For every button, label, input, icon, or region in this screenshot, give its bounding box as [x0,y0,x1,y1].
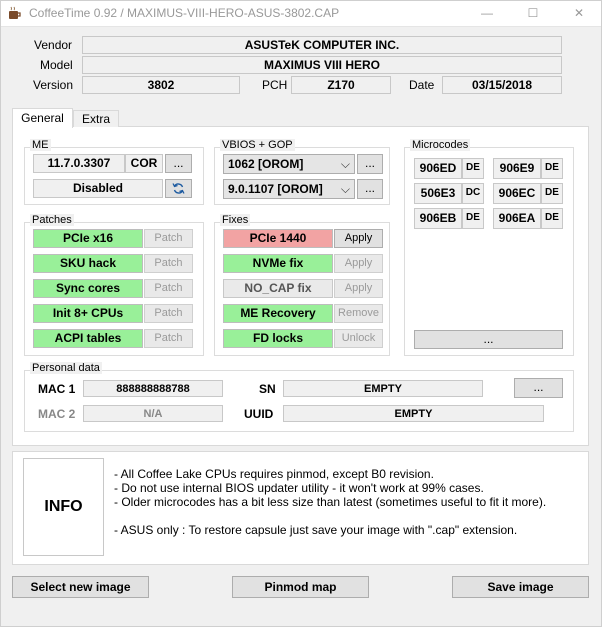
model-label: Model [40,58,73,72]
me-type-field: COR [125,154,163,173]
patch-acpi-tables-button[interactable]: Patch [144,329,193,348]
microcode-tag: DE [462,158,484,179]
me-status-field: Disabled [33,179,163,198]
patch-pcie-x16-status: PCIe x16 [33,229,143,248]
microcode-tag: DC [462,183,484,204]
patch-acpi-tables-status: ACPI tables [33,329,143,348]
microcode-code: 906EA [493,208,541,229]
patch-sync-cores-button[interactable]: Patch [144,279,193,298]
app-coffee-icon [7,6,22,21]
microcodes-group-title: Microcodes [410,139,471,151]
maximize-button[interactable]: ☐ [510,0,556,27]
uuid-label: UUID [244,407,274,421]
microcode-tag: DE [541,183,563,204]
fix-nvme-button[interactable]: Apply [334,254,383,273]
date-label: Date [409,78,435,92]
patch-sync-cores-status: Sync cores [33,279,143,298]
refresh-icon [172,182,185,197]
version-field: 3802 [82,76,240,94]
chevron-down-icon: ⌵ [340,157,350,171]
date-field: 03/15/2018 [442,76,562,94]
chevron-down-icon: ⌵ [340,182,350,196]
me-group-title: ME [30,139,51,151]
microcode-code: 906EB [414,208,462,229]
pch-label: PCH [262,78,288,92]
vbios-select[interactable]: 1062 [OROM] ⌵ [223,154,355,174]
microcode-code: 906E9 [493,158,541,179]
pch-field: Z170 [291,76,391,94]
info-line: - Do not use internal BIOS updater utili… [114,481,484,495]
patches-group-title: Patches [30,214,74,226]
pinmod-map-button[interactable]: Pinmod map [232,576,369,598]
uuid-field: EMPTY [283,405,544,422]
microcode-tag: DE [541,158,563,179]
fix-me-recovery-button[interactable]: Remove [334,304,383,323]
fix-fd-locks-button[interactable]: Unlock [334,329,383,348]
patch-sku-hack-button[interactable]: Patch [144,254,193,273]
microcode-code: 906ED [414,158,462,179]
gop-more-button[interactable]: ... [357,179,383,199]
microcode-tag: DE [541,208,563,229]
version-label: Version [33,78,74,92]
patch-init-cpus-button[interactable]: Patch [144,304,193,323]
microcode-code: 906EC [493,183,541,204]
tab-general[interactable]: General [12,108,73,128]
patch-init-cpus-status: Init 8+ CPUs [33,304,143,323]
vbios-more-button[interactable]: ... [357,154,383,174]
vbios-group-title: VBIOS + GOP [220,139,295,151]
microcodes-more-button[interactable]: ... [414,330,563,349]
fix-no-cap-status: NO_CAP fix [223,279,333,298]
vendor-label: Vendor [34,38,73,52]
info-line: - All Coffee Lake CPUs requires pinmod, … [114,467,434,481]
fix-fd-locks-status: FD locks [223,329,333,348]
mac1-field: 888888888788 [83,380,223,397]
mac1-label: MAC 1 [38,382,76,396]
fix-nvme-status: NVMe fix [223,254,333,273]
fix-no-cap-button[interactable]: Apply [334,279,383,298]
sn-field: EMPTY [283,380,483,397]
info-label: INFO [23,458,104,556]
microcode-code: 506E3 [414,183,462,204]
personal-more-button[interactable]: ... [514,378,563,398]
info-line: - ASUS only : To restore capsule just sa… [114,523,518,537]
select-new-image-button[interactable]: Select new image [12,576,149,598]
me-version-field: 11.7.0.3307 [33,154,125,173]
microcode-tag: DE [462,208,484,229]
model-field: MAXIMUS VIII HERO [82,56,562,74]
vendor-field: ASUSTeK COMPUTER INC. [82,36,562,54]
gop-select-value: 9.0.1107 [OROM] [228,182,323,196]
personal-data-title: Personal data [30,362,102,374]
fix-pcie-1440-status: PCIe 1440 [223,229,333,248]
info-line: - Older microcodes has a bit less size t… [114,495,547,509]
vbios-select-value: 1062 [OROM] [228,157,304,171]
patch-pcie-x16-button[interactable]: Patch [144,229,193,248]
patch-sku-hack-status: SKU hack [33,254,143,273]
gop-select[interactable]: 9.0.1107 [OROM] ⌵ [223,179,355,199]
mac2-field: N/A [83,405,223,422]
mac2-label: MAC 2 [38,407,76,421]
tab-extra[interactable]: Extra [73,110,119,127]
save-image-button[interactable]: Save image [452,576,589,598]
minimize-button[interactable]: — [464,0,510,27]
sn-label: SN [259,382,276,396]
me-more-button[interactable]: ... [165,154,192,173]
window-title: CoffeeTime 0.92 / MAXIMUS-VIII-HERO-ASUS… [29,6,340,20]
fix-me-recovery-status: ME Recovery [223,304,333,323]
fix-pcie-1440-button[interactable]: Apply [334,229,383,248]
fixes-group-title: Fixes [220,214,251,226]
close-button[interactable]: ✕ [556,0,602,27]
me-refresh-button[interactable] [165,179,192,198]
